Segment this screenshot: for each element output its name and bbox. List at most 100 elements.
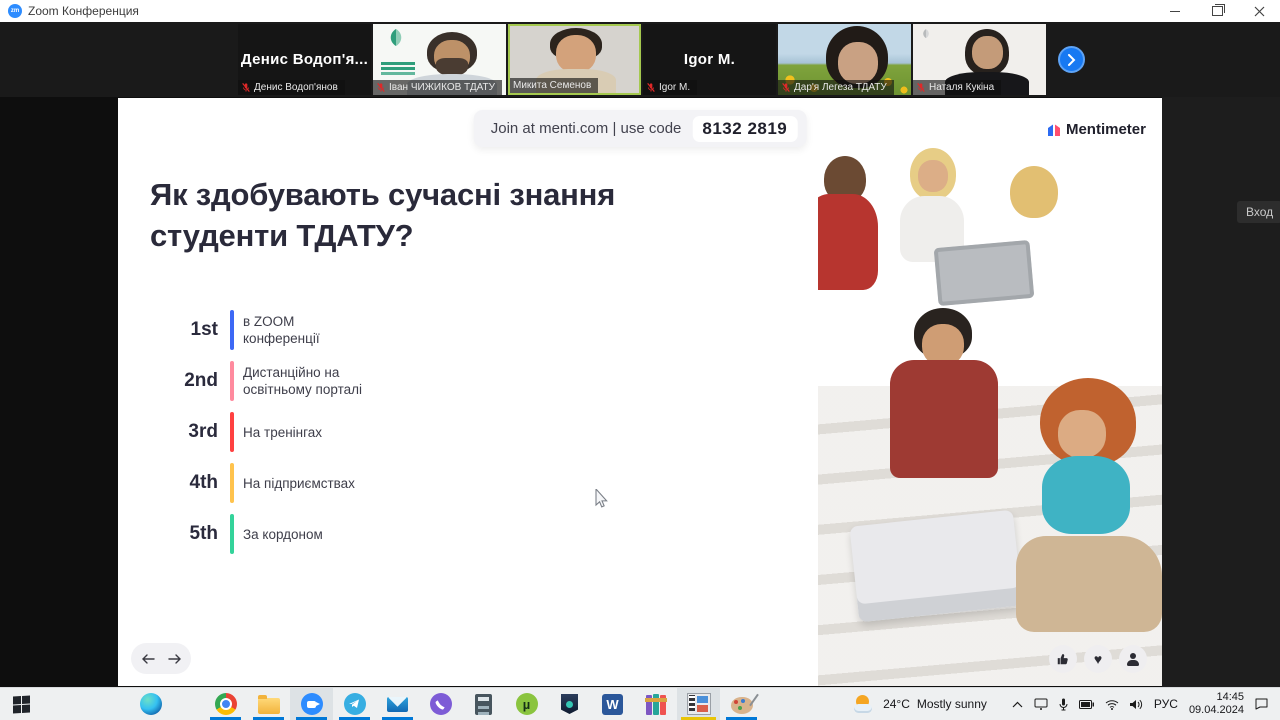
participant-name-tag: Наталя Кукіна — [913, 80, 1002, 95]
viber-icon — [429, 693, 452, 715]
tray-battery[interactable] — [1078, 699, 1094, 709]
restore-icon — [1211, 4, 1225, 16]
photo-figure — [1010, 166, 1058, 218]
university-logo-text — [381, 62, 415, 65]
taskbar-calculator[interactable] — [462, 688, 505, 720]
ranking-row: 3rd На тренінгах — [150, 412, 322, 452]
participant-name: Igor M. — [659, 82, 691, 93]
join-code: 8132 2819 — [692, 115, 798, 142]
chevron-right-icon — [1068, 53, 1076, 66]
taskbar-utorrent[interactable]: µ — [505, 688, 548, 720]
taskbar-movie-maker[interactable] — [677, 688, 720, 720]
taskbar-winrar[interactable] — [634, 688, 677, 720]
prev-slide-button[interactable] — [141, 653, 155, 664]
language-indicator[interactable]: РУС — [1154, 697, 1178, 711]
slide-navigation — [131, 643, 191, 674]
taskbar-edge[interactable] — [129, 688, 172, 720]
taskbar-word[interactable]: W — [591, 688, 634, 720]
university-logo — [390, 29, 402, 46]
rank-label: Дистанційно на освітньому порталі — [243, 365, 362, 397]
rank-number: 1st — [190, 319, 218, 340]
taskbar-chrome[interactable] — [204, 688, 247, 720]
tray-mic-button[interactable] — [1059, 698, 1068, 711]
participant-name-tag: Дар'я Легеза ТДАТУ — [778, 80, 894, 95]
avatar-face — [556, 35, 596, 73]
camera-icon — [307, 700, 320, 708]
taskbar-telegram[interactable] — [333, 688, 376, 720]
temperature: 24°C — [883, 697, 910, 711]
rank-label: в ZOOM конференції — [243, 314, 320, 346]
taskbar-security[interactable] — [548, 688, 591, 720]
chevron-up-icon — [1012, 701, 1023, 707]
video-tile-ivan[interactable]: Іван ЧИЖИКОВ ТДАТУ — [373, 24, 506, 95]
profile-button[interactable] — [1119, 645, 1147, 673]
reaction-buttons: ♥ — [1049, 645, 1147, 673]
start-button[interactable] — [0, 688, 43, 720]
like-button[interactable] — [1049, 645, 1077, 673]
tray-expand-button[interactable] — [1012, 701, 1023, 708]
tray-cast-button[interactable] — [1034, 698, 1048, 710]
video-tile-natalia[interactable]: Наталя Кукіна — [913, 24, 1046, 95]
participant-name: Дар'я Легеза ТДАТУ — [794, 82, 887, 93]
taskbar-viber[interactable] — [419, 688, 462, 720]
weather-icon — [854, 695, 876, 713]
next-participants-button[interactable] — [1058, 46, 1085, 73]
taskbar-mail[interactable] — [376, 688, 419, 720]
system-tray: 24°C Mostly sunny РУС 14:45 09.04.2024 — [854, 691, 1280, 717]
weather-widget[interactable]: 24°C Mostly sunny — [854, 695, 987, 713]
video-tile-daria[interactable]: Дар'я Легеза ТДАТУ — [778, 24, 911, 95]
photo-figure — [1058, 410, 1106, 458]
close-button[interactable] — [1238, 0, 1280, 22]
photo-figure — [918, 160, 948, 192]
minimize-button[interactable] — [1154, 0, 1196, 22]
students-photo — [818, 98, 1162, 686]
rank-number: 2nd — [184, 370, 218, 391]
window-title: Zoom Конференция — [28, 4, 139, 18]
winrar-icon — [644, 693, 667, 715]
muted-mic-icon — [782, 82, 790, 93]
clock[interactable]: 14:45 09.04.2024 — [1189, 691, 1244, 717]
heart-icon: ♥ — [1093, 651, 1103, 667]
telegram-icon — [343, 693, 366, 715]
mentimeter-brand: Mentimeter — [1047, 121, 1146, 138]
video-tile-igor[interactable]: Igor M. Igor M. — [643, 24, 776, 95]
participant-name: Денис Водоп'янов — [254, 82, 338, 93]
taskbar-paint[interactable] — [720, 688, 763, 720]
video-tile-mykyta-active-speaker[interactable]: Микита Семенов — [508, 24, 641, 95]
calculator-icon — [475, 693, 492, 715]
weather-condition: Mostly sunny — [916, 697, 987, 711]
window-controls — [1154, 0, 1280, 22]
mentimeter-slide: Join at menti.com | use code 8132 2819 Я… — [118, 98, 1162, 686]
participant-name: Микита Семенов — [513, 80, 592, 91]
cast-icon — [1034, 698, 1048, 710]
battery-icon — [1078, 699, 1094, 709]
word-icon: W — [602, 693, 623, 715]
edge-icon — [139, 693, 162, 715]
zoom-conference-window: { "window": { "title": "Zoom Конференция… — [0, 0, 1280, 720]
next-slide-button[interactable] — [167, 653, 181, 664]
participant-name-tag: Іван ЧИЖИКОВ ТДАТУ — [373, 80, 502, 95]
minimize-icon — [1170, 10, 1180, 12]
tray-volume[interactable] — [1129, 699, 1143, 710]
avatar-face — [972, 36, 1003, 69]
action-center-button[interactable] — [1255, 698, 1268, 710]
photo-figure — [1016, 536, 1162, 632]
speaker-icon — [1129, 699, 1142, 709]
tray-wifi[interactable] — [1105, 699, 1119, 710]
taskbar-file-explorer[interactable] — [247, 688, 290, 720]
photo-laptop — [849, 509, 1023, 623]
mentimeter-logo-icon — [1047, 124, 1060, 136]
photo-figure — [890, 360, 998, 478]
muted-mic-icon — [377, 82, 385, 93]
security-shield-icon — [561, 694, 578, 714]
close-icon — [1254, 6, 1264, 16]
restore-button[interactable] — [1196, 0, 1238, 22]
shared-screen-area: Join at menti.com | use code 8132 2819 Я… — [0, 97, 1280, 688]
heart-button[interactable]: ♥ — [1084, 645, 1112, 673]
rank-label: За кордоном — [243, 526, 323, 542]
person-icon — [1127, 652, 1139, 666]
video-tile-denys[interactable]: Денис Водоп'я... Денис Водоп'янов — [238, 24, 371, 95]
rank-number: 4th — [189, 472, 219, 493]
login-button[interactable]: Вход — [1237, 201, 1280, 223]
taskbar-zoom[interactable] — [290, 688, 333, 720]
